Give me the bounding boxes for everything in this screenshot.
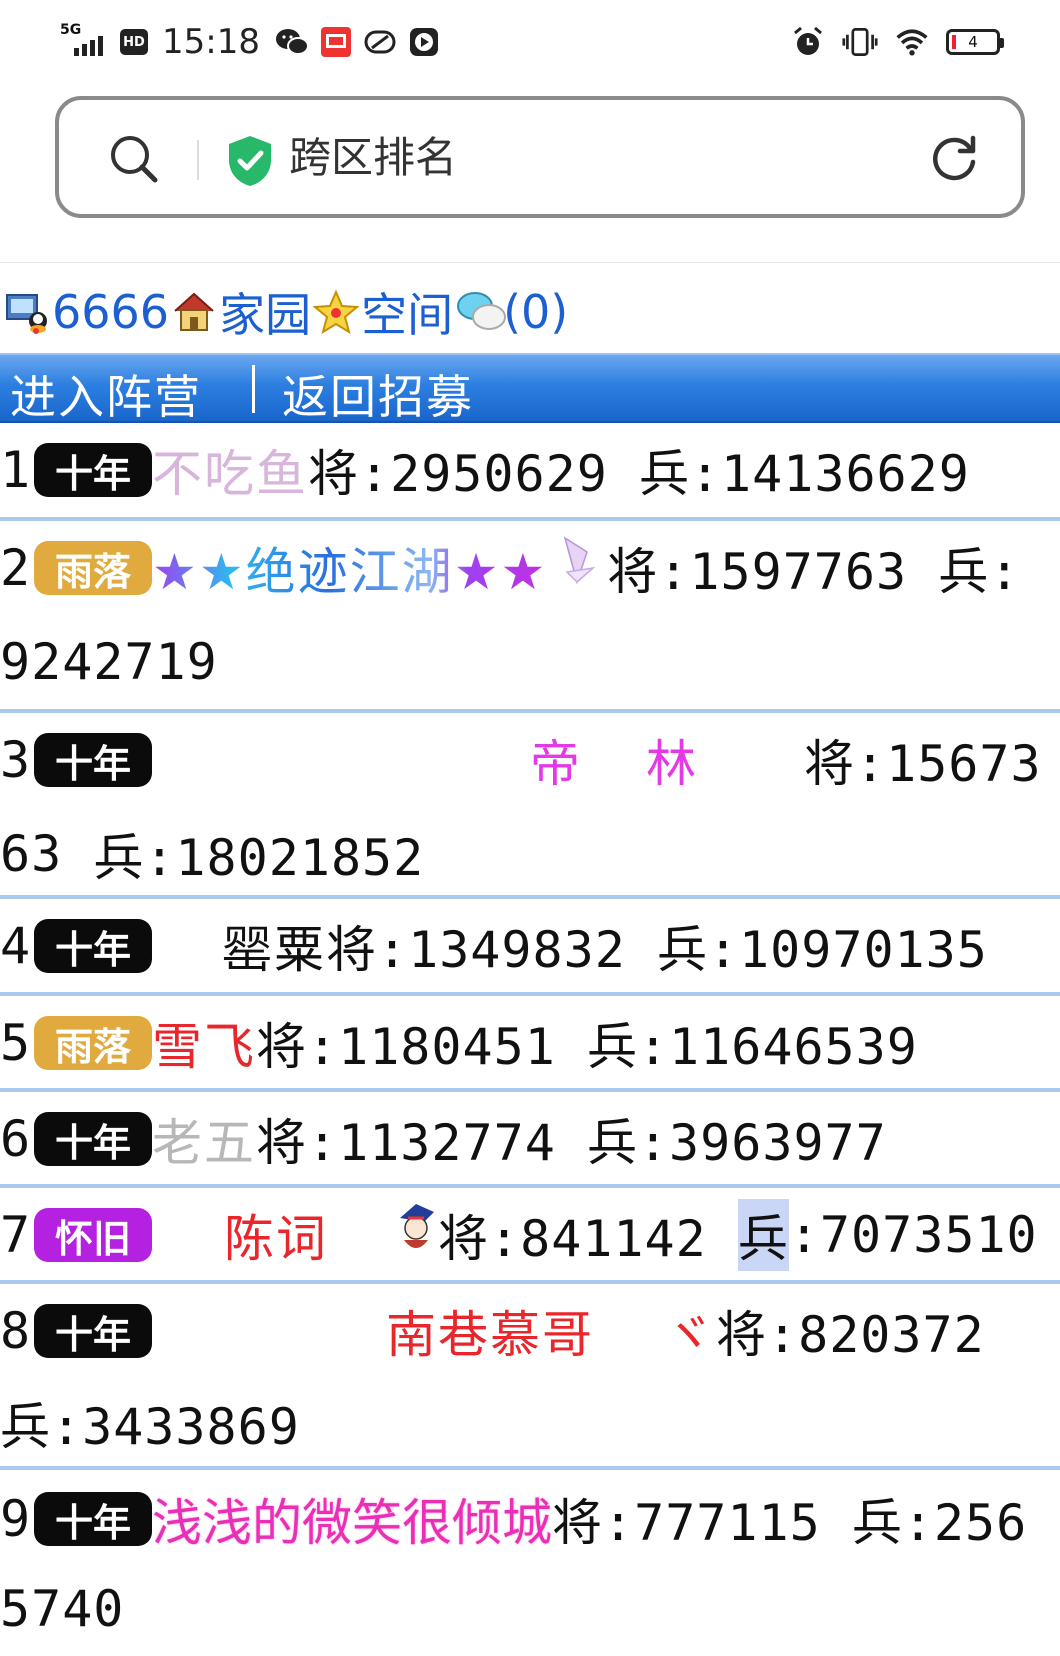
play-icon xyxy=(406,24,442,60)
computer-user-icon xyxy=(4,289,50,335)
rank-number: 5 xyxy=(0,1014,32,1072)
nav-separator xyxy=(252,365,255,413)
soldier-count: 兵:3433869 xyxy=(0,1398,300,1456)
player-name-suffix: ヾ xyxy=(664,1306,716,1364)
general-count: 将:1180451 xyxy=(256,1018,556,1076)
vibrate-icon xyxy=(842,24,878,60)
battery-icon: 4 xyxy=(946,29,1004,55)
home-link[interactable]: 家园 xyxy=(219,279,311,345)
player-name-link[interactable]: 不吃鱼 xyxy=(152,434,308,506)
player-name-link[interactable]: 浅浅的微笑很倾城 xyxy=(152,1483,552,1555)
wifi-icon xyxy=(894,24,930,60)
user-id-link[interactable]: 6666 xyxy=(52,285,169,339)
player-name-link[interactable]: 雪飞 xyxy=(152,1007,256,1079)
page-title[interactable]: 跨区排名 xyxy=(289,130,457,186)
rank-number: 2 xyxy=(0,539,32,597)
avatar-icon xyxy=(394,1200,438,1270)
rank-number: 6 xyxy=(0,1110,32,1168)
wechat-icon xyxy=(274,24,310,60)
player-name-link[interactable]: 罂粟 xyxy=(222,910,326,982)
general-count: 将:1597763 xyxy=(607,543,908,601)
soldier-count: 兵:10970135 xyxy=(656,921,988,979)
server-badge: 怀旧 xyxy=(34,1208,152,1262)
player-name-link[interactable]: 陈词 xyxy=(224,1199,328,1271)
search-icon[interactable] xyxy=(109,134,159,184)
alarm-icon xyxy=(790,24,826,60)
general-count: 将:820372 xyxy=(716,1306,985,1364)
soldier-count: 兵:3963977 xyxy=(586,1114,887,1172)
ranking-row-5: 5 雨落 雪飞 将:1180451 兵:11646539 xyxy=(0,996,1060,1092)
soldier-count: 兵:11646539 xyxy=(586,1018,918,1076)
player-name-link[interactable]: 老五 xyxy=(152,1103,256,1175)
butterfly-icon xyxy=(547,532,607,604)
divider xyxy=(197,140,199,180)
general-count: 将:1349832 xyxy=(326,921,626,979)
reload-icon[interactable] xyxy=(927,132,981,186)
soldier-count-continued: 5740 xyxy=(0,1580,125,1638)
status-bar: 5G HD 15:18 4 xyxy=(0,0,1060,88)
ranking-row-9: 9 十年 浅浅的微笑很倾城 将:777115 兵:256 5740 xyxy=(0,1470,1060,1638)
ranking-row-8: 8 十年 南巷慕哥 ヾ 将:820372 兵:3433869 xyxy=(0,1284,1060,1470)
server-badge: 十年 xyxy=(34,1492,152,1546)
shield-check-icon[interactable] xyxy=(225,134,275,188)
cellular-signal-icon: 5G xyxy=(60,22,112,62)
player-name-link[interactable]: ★★绝迹江湖★★ xyxy=(152,532,547,604)
player-name-link[interactable]: 帝 林 xyxy=(530,724,704,796)
ranking-row-3: 3 十年 帝 林 将:15673 63 兵:18021852 xyxy=(0,713,1060,899)
ranking-row-6: 6 十年 老五 将:1132774 兵:3963977 xyxy=(0,1092,1060,1188)
soldier-count: :7073510 xyxy=(788,1206,1038,1264)
ranking-row-2: 2 雨落 ★★绝迹江湖★★ 将:1597763 兵: 9242719 xyxy=(0,521,1060,713)
return-recruit-link[interactable]: 返回招募 xyxy=(282,361,474,427)
battery-level: 4 xyxy=(968,33,978,51)
app-icon xyxy=(318,24,354,60)
general-count: 将:1132774 xyxy=(256,1114,556,1172)
house-icon xyxy=(171,289,217,335)
chat-bubbles-icon xyxy=(455,289,507,335)
hd-icon: HD xyxy=(120,29,148,55)
player-name-link[interactable]: 南巷慕哥 xyxy=(386,1295,594,1367)
general-count: 将:841142 xyxy=(438,1210,707,1268)
soldier-label-selected: 兵 xyxy=(737,1199,789,1271)
soldier-count: 兵:256 xyxy=(851,1494,1028,1552)
general-count: 将:15673 xyxy=(804,735,1042,793)
rank-number: 3 xyxy=(0,731,32,789)
ranking-row-1: 1 十年 不吃鱼 将:2950629 兵:14136629 xyxy=(0,423,1060,521)
leaf-icon xyxy=(362,24,398,60)
space-link[interactable]: 空间 xyxy=(361,279,453,345)
rank-number: 9 xyxy=(0,1490,32,1548)
user-links-line: 6666 家园 空间 (0) xyxy=(2,280,568,344)
soldier-count: 兵:14136629 xyxy=(638,445,970,503)
soldier-count: 兵:18021852 xyxy=(93,829,425,887)
enter-camp-link[interactable]: 进入阵营 xyxy=(10,361,202,427)
soldier-count: 9242719 xyxy=(0,633,218,691)
server-badge: 十年 xyxy=(34,1304,152,1358)
general-count: 将:2950629 xyxy=(308,445,608,503)
rank-number: 4 xyxy=(0,917,32,975)
server-badge: 十年 xyxy=(34,733,152,787)
star-icon xyxy=(312,289,360,335)
messages-link[interactable]: (0) xyxy=(503,285,568,339)
soldier-label: 兵: xyxy=(938,543,1021,601)
server-badge: 十年 xyxy=(34,1112,152,1166)
clock: 15:18 xyxy=(162,22,260,62)
rank-number: 7 xyxy=(0,1206,32,1264)
address-bar[interactable]: 跨区排名 xyxy=(55,96,1025,218)
general-count: 将:777115 xyxy=(552,1494,821,1552)
server-badge: 雨落 xyxy=(34,1016,152,1070)
header-divider xyxy=(0,262,1060,263)
rank-number: 8 xyxy=(0,1302,32,1360)
server-badge: 十年 xyxy=(34,443,152,497)
ranking-row-4: 4 十年 罂粟 将:1349832 兵:10970135 xyxy=(0,899,1060,996)
nav-bar: 进入阵营 返回招募 xyxy=(0,353,1060,424)
general-count-continued: 63 xyxy=(0,825,63,883)
server-badge: 十年 xyxy=(34,919,152,973)
rank-number: 1 xyxy=(0,441,32,499)
ranking-row-7: 7 怀旧 陈词 将:841142 兵:7073510 xyxy=(0,1188,1060,1284)
server-badge: 雨落 xyxy=(34,541,152,595)
